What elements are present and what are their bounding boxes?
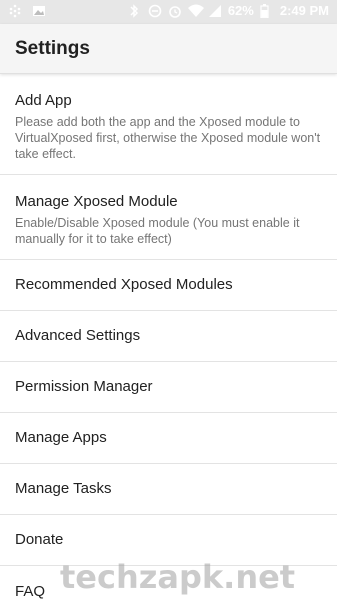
app-bar: Settings <box>0 24 337 74</box>
battery-percent: 62% <box>227 3 254 18</box>
setting-label: FAQ <box>15 582 46 600</box>
clock-time: 2:49 PM <box>279 3 329 18</box>
setting-label: Manage Apps <box>15 429 107 446</box>
status-bar: 62% 2:49 PM <box>0 0 337 24</box>
dots-grid-icon <box>8 4 22 18</box>
do-not-disturb-icon <box>148 4 162 18</box>
setting-summary: Please add both the app and the Xposed m… <box>15 115 321 161</box>
battery-icon <box>260 3 274 19</box>
setting-label: Manage Tasks <box>15 480 112 497</box>
setting-label: Donate <box>15 531 64 548</box>
wifi-icon <box>187 4 204 18</box>
status-bar-left <box>8 4 46 18</box>
page-title: Settings <box>15 38 90 59</box>
alarm-icon <box>168 4 182 18</box>
setting-label: Add App <box>15 92 72 109</box>
setting-manage-xposed-module[interactable]: Manage Xposed Module Enable/Disable Xpos… <box>0 175 337 260</box>
setting-advanced-settings[interactable]: Advanced Settings <box>0 311 337 362</box>
settings-list: Add App Please add both the app and the … <box>0 74 337 600</box>
status-bar-right: 62% 2:49 PM <box>128 3 329 19</box>
setting-label: Advanced Settings <box>15 327 141 344</box>
setting-summary: Enable/Disable Xposed module (You must e… <box>15 216 300 246</box>
setting-manage-tasks[interactable]: Manage Tasks <box>0 464 337 515</box>
setting-recommended-xposed-modules[interactable]: Recommended Xposed Modules <box>0 260 337 311</box>
image-icon <box>32 4 46 18</box>
setting-label: Recommended Xposed Modules <box>15 276 233 293</box>
setting-permission-manager[interactable]: Permission Manager <box>0 362 337 413</box>
setting-label: Manage Xposed Module <box>15 193 178 210</box>
setting-manage-apps[interactable]: Manage Apps <box>0 413 337 464</box>
setting-add-app[interactable]: Add App Please add both the app and the … <box>0 74 337 175</box>
watermark: techzapk.net <box>60 558 296 596</box>
setting-label: Permission Manager <box>15 378 153 395</box>
bluetooth-icon <box>128 3 142 18</box>
signal-icon <box>208 4 222 18</box>
